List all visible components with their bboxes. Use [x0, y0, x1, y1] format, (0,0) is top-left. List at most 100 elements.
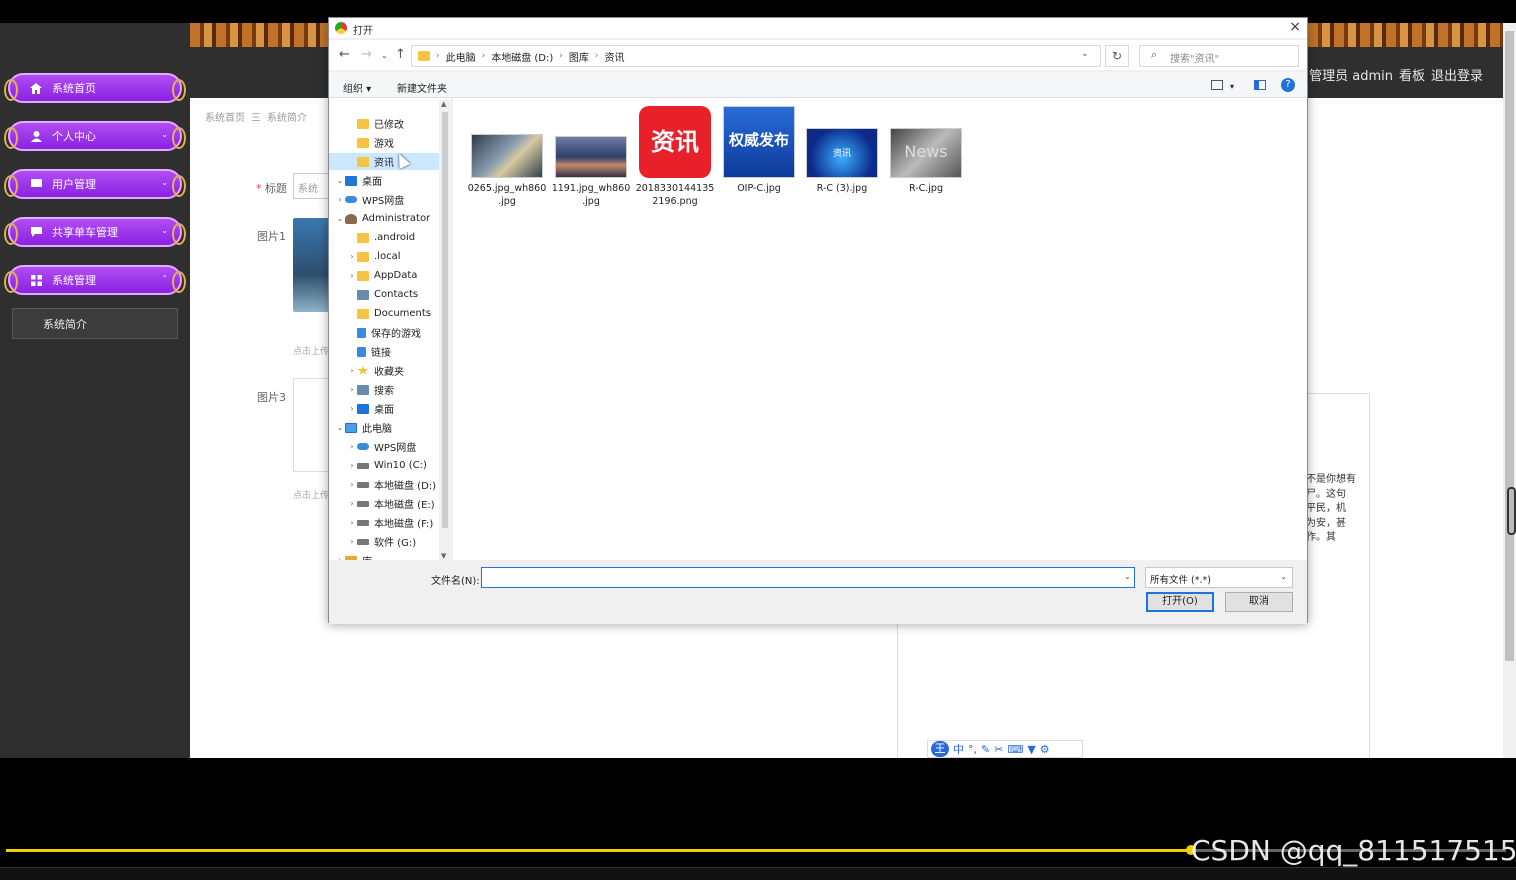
- chevron-right-icon[interactable]: ›: [347, 461, 357, 470]
- side-scroll-handle[interactable]: [1507, 487, 1516, 535]
- scrollbar-thumb[interactable]: [1505, 31, 1514, 661]
- tree-item[interactable]: › WPS网盘: [329, 191, 439, 208]
- organize-menu[interactable]: 组织 ▾: [343, 80, 371, 95]
- chevron-right-icon[interactable]: ›: [347, 271, 357, 280]
- tree-item[interactable]: 资讯: [329, 153, 439, 170]
- chevron-down-icon[interactable]: ⌄: [335, 176, 345, 185]
- pen-icon[interactable]: ✎: [981, 743, 990, 756]
- file-item[interactable]: 0265.jpg_wh860 .jpg: [467, 106, 547, 208]
- filetype-select[interactable]: 所有文件 (*.*) ⌄: [1145, 567, 1293, 588]
- filename-dropdown-icon[interactable]: ⌄: [1124, 572, 1131, 581]
- sidebar-item-user-management[interactable]: 用户管理 ⌄: [4, 169, 186, 199]
- tree-item[interactable]: › 本地磁盘 (E:): [329, 495, 439, 512]
- back-arrow-icon[interactable]: ←: [339, 47, 350, 62]
- scroll-down-icon[interactable]: ▼: [441, 552, 446, 560]
- cancel-button[interactable]: 取消: [1225, 592, 1293, 612]
- breadcrumb-home[interactable]: 系统首页: [205, 109, 245, 124]
- tree-item[interactable]: ⌄ 桌面: [329, 172, 439, 189]
- tree-item[interactable]: ›库: [329, 552, 439, 560]
- sidebar-item-personal-center[interactable]: 个人中心 ⌄: [4, 121, 186, 151]
- tree-item[interactable]: .android: [329, 229, 439, 246]
- ime-punct-toggle[interactable]: °,: [968, 743, 977, 756]
- forward-arrow-icon[interactable]: →: [361, 47, 372, 62]
- sidebar-item-label: 用户管理: [52, 178, 96, 191]
- chevron-right-icon[interactable]: ›: [347, 480, 357, 489]
- shirt-icon[interactable]: ▼: [1027, 743, 1035, 756]
- file-item[interactable]: 权威发布 OIP-C.jpg: [719, 106, 799, 195]
- chevron-right-icon[interactable]: ›: [347, 252, 357, 261]
- path-segment[interactable]: 图库: [569, 49, 589, 64]
- image3-upload-box[interactable]: [293, 378, 333, 472]
- path-segment[interactable]: 此电脑: [446, 49, 476, 64]
- title-input[interactable]: 系统: [293, 173, 333, 199]
- chevron-down-icon[interactable]: ⌄: [335, 423, 345, 432]
- tree-item[interactable]: › 本地磁盘 (D:): [329, 476, 439, 493]
- tree-item[interactable]: 保存的游戏: [329, 324, 439, 341]
- view-mode-icon[interactable]: [1211, 80, 1223, 90]
- scissors-icon[interactable]: ✂: [994, 743, 1003, 756]
- tree-item[interactable]: › 收藏夹: [329, 362, 439, 379]
- tree-item[interactable]: 游戏: [329, 134, 439, 151]
- open-button[interactable]: 打开(O): [1146, 592, 1214, 612]
- tree-item[interactable]: › WPS网盘: [329, 438, 439, 455]
- logout-link[interactable]: 退出登录: [1431, 65, 1483, 84]
- view-dropdown-icon[interactable]: ▾: [1230, 82, 1234, 91]
- help-icon[interactable]: ?: [1281, 78, 1295, 92]
- filename-input[interactable]: [481, 567, 1135, 588]
- tree-item[interactable]: › 软件 (G:): [329, 533, 439, 550]
- tree-item[interactable]: ⌄ 此电脑: [329, 419, 439, 436]
- ime-logo-icon[interactable]: 王: [931, 741, 949, 757]
- file-item[interactable]: News R-C.jpg: [886, 106, 966, 195]
- file-item[interactable]: 资讯 R-C (3).jpg: [802, 106, 882, 195]
- file-item[interactable]: 资讯 2018330144135 2196.png: [635, 106, 715, 208]
- close-button[interactable]: ×: [1289, 19, 1301, 35]
- ime-toolbar[interactable]: 王 中 °, ✎ ✂ ⌨ ▼ ⚙: [927, 740, 1083, 758]
- chevron-right-icon[interactable]: ›: [347, 499, 357, 508]
- address-dropdown-icon[interactable]: ⌄: [1081, 49, 1089, 59]
- board-link[interactable]: 看板: [1399, 65, 1425, 84]
- tree-item[interactable]: Contacts: [329, 286, 439, 303]
- chevron-right-icon[interactable]: ›: [347, 442, 357, 451]
- scrollbar-thumb[interactable]: [442, 112, 448, 528]
- video-progress-played[interactable]: [6, 849, 1191, 852]
- sidebar-item-system-management[interactable]: 系统管理 ⌃: [4, 265, 186, 295]
- tree-scrollbar[interactable]: ▲ ▼: [439, 100, 451, 560]
- chevron-right-icon[interactable]: ›: [347, 385, 357, 394]
- refresh-icon[interactable]: ↻: [1105, 45, 1129, 67]
- chevron-right-icon[interactable]: ›: [335, 195, 345, 204]
- search-input[interactable]: 搜索"资讯": [1139, 45, 1299, 67]
- chevron-right-icon[interactable]: ›: [347, 404, 357, 413]
- scroll-up-icon[interactable]: ▲: [441, 100, 446, 108]
- tree-item[interactable]: ⌄ Administrator: [329, 210, 439, 227]
- tree-item[interactable]: › 搜索: [329, 381, 439, 398]
- tree-item[interactable]: › AppData: [329, 267, 439, 284]
- image1-preview[interactable]: [293, 218, 333, 312]
- chevron-right-icon[interactable]: ›: [347, 366, 357, 375]
- chevron-right-icon[interactable]: ›: [347, 518, 357, 527]
- tree-item[interactable]: › 桌面: [329, 400, 439, 417]
- preview-pane-icon[interactable]: [1254, 80, 1266, 90]
- dialog-title-bar[interactable]: 打开 ×: [329, 18, 1307, 38]
- new-folder-button[interactable]: 新建文件夹: [397, 80, 447, 95]
- sidebar-item-home[interactable]: 系统首页: [4, 73, 186, 103]
- tree-item[interactable]: › Win10 (C:): [329, 457, 439, 474]
- address-bar[interactable]: › 此电脑 › 本地磁盘 (D:) › 图库 › 资讯: [411, 45, 1101, 67]
- tree-item[interactable]: Documents: [329, 305, 439, 322]
- sidebar-subitem-system-intro[interactable]: 系统简介: [12, 308, 178, 339]
- file-item[interactable]: 1191.jpg_wh860 .jpg: [551, 106, 631, 208]
- tree-item[interactable]: 链接: [329, 343, 439, 360]
- tree-item[interactable]: › .local: [329, 248, 439, 265]
- tree-item[interactable]: › 本地磁盘 (F:): [329, 514, 439, 531]
- path-segment[interactable]: 资讯: [605, 49, 625, 64]
- recent-dropdown-icon[interactable]: ⌄: [381, 51, 388, 60]
- chevron-right-icon[interactable]: ›: [347, 537, 357, 546]
- chevron-down-icon[interactable]: ⌄: [335, 214, 345, 223]
- up-arrow-icon[interactable]: ↑: [395, 47, 406, 62]
- keyboard-icon[interactable]: ⌨: [1007, 743, 1023, 756]
- tree-item[interactable]: 已修改: [329, 115, 439, 132]
- sidebar-item-bike-management[interactable]: 共享单车管理 ⌄: [4, 217, 186, 247]
- page-scrollbar[interactable]: [1503, 23, 1516, 758]
- gear-icon[interactable]: ⚙: [1040, 743, 1050, 756]
- ime-mode-toggle[interactable]: 中: [953, 741, 964, 757]
- path-segment[interactable]: 本地磁盘 (D:): [491, 49, 553, 64]
